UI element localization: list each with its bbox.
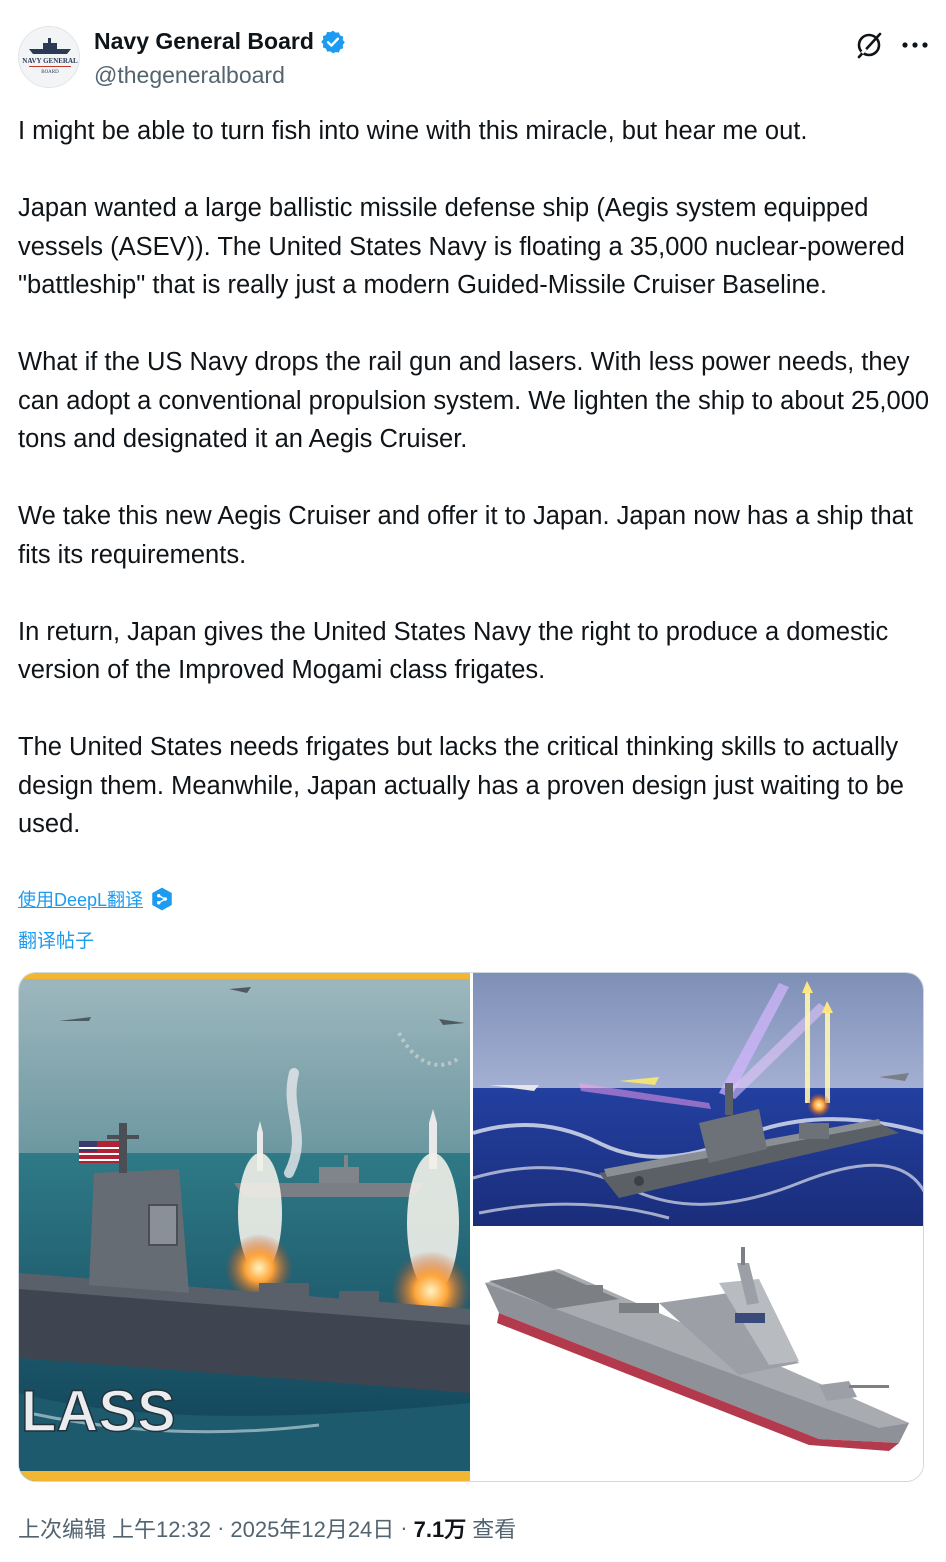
meta-separator: · xyxy=(400,1515,408,1540)
media-svg: LASS xyxy=(19,973,924,1482)
tweet-paragraph: The United States needs frigates but lac… xyxy=(18,733,904,838)
avatar-text-bottom: BOARD xyxy=(41,70,59,75)
author-display-name[interactable]: Navy General Board xyxy=(94,28,314,55)
more-icon[interactable] xyxy=(902,41,928,49)
tweet-paragraph: Japan wanted a large ballistic missile d… xyxy=(18,194,905,299)
views-label: 查看 xyxy=(472,1517,517,1542)
media-image-left[interactable]: LASS xyxy=(19,973,471,1482)
tweet-paragraph: What if the US Navy drops the rail gun a… xyxy=(18,348,930,453)
tweet-header: NAVY GENERAL BOARD Navy General Board @t… xyxy=(18,24,928,96)
grok-icon[interactable] xyxy=(854,30,884,60)
tweet-meta: 上次编辑 上午12:32 · 2025年12月24日 · 7.1万 查看 xyxy=(18,1512,516,1544)
tweet-time[interactable]: 上午12:32 xyxy=(112,1512,211,1544)
meta-separator: · xyxy=(217,1515,225,1540)
media-grid: LASS xyxy=(18,972,924,1482)
tweet-date[interactable]: 2025年12月24日 xyxy=(230,1512,394,1544)
translate-post-link[interactable]: 翻译帖子 xyxy=(18,926,94,953)
deepl-icon[interactable] xyxy=(149,886,175,912)
deepl-translate-link[interactable]: 使用DeepL翻译 xyxy=(18,886,143,912)
tweet-paragraph: In return, Japan gives the United States… xyxy=(18,617,889,685)
author-name-row: Navy General Board xyxy=(94,28,346,55)
avatar-text-top: NAVY GENERAL xyxy=(22,57,78,65)
header-actions xyxy=(854,30,928,60)
author-handle[interactable]: @thegeneralboard xyxy=(94,62,285,89)
avatar-logo-icon: NAVY GENERAL BOARD xyxy=(19,27,79,87)
edited-label[interactable]: 上次编辑 xyxy=(18,1512,106,1544)
deepl-translate-row: 使用DeepL翻译 xyxy=(18,886,175,912)
media-image-top-right[interactable] xyxy=(472,973,924,1226)
views-count[interactable]: 7.1万 xyxy=(414,1512,467,1544)
avatar[interactable]: NAVY GENERAL BOARD xyxy=(18,26,80,88)
tweet-text: I might be able to turn fish into wine w… xyxy=(18,112,930,844)
left-image-overlay-text: LASS xyxy=(21,1379,176,1444)
tweet-paragraph: I might be able to turn fish into wine w… xyxy=(18,117,808,145)
verified-badge-icon xyxy=(321,30,345,53)
tweet-paragraph: We take this new Aegis Cruiser and offer… xyxy=(18,502,913,569)
media-image-bottom-right[interactable] xyxy=(473,1229,924,1482)
